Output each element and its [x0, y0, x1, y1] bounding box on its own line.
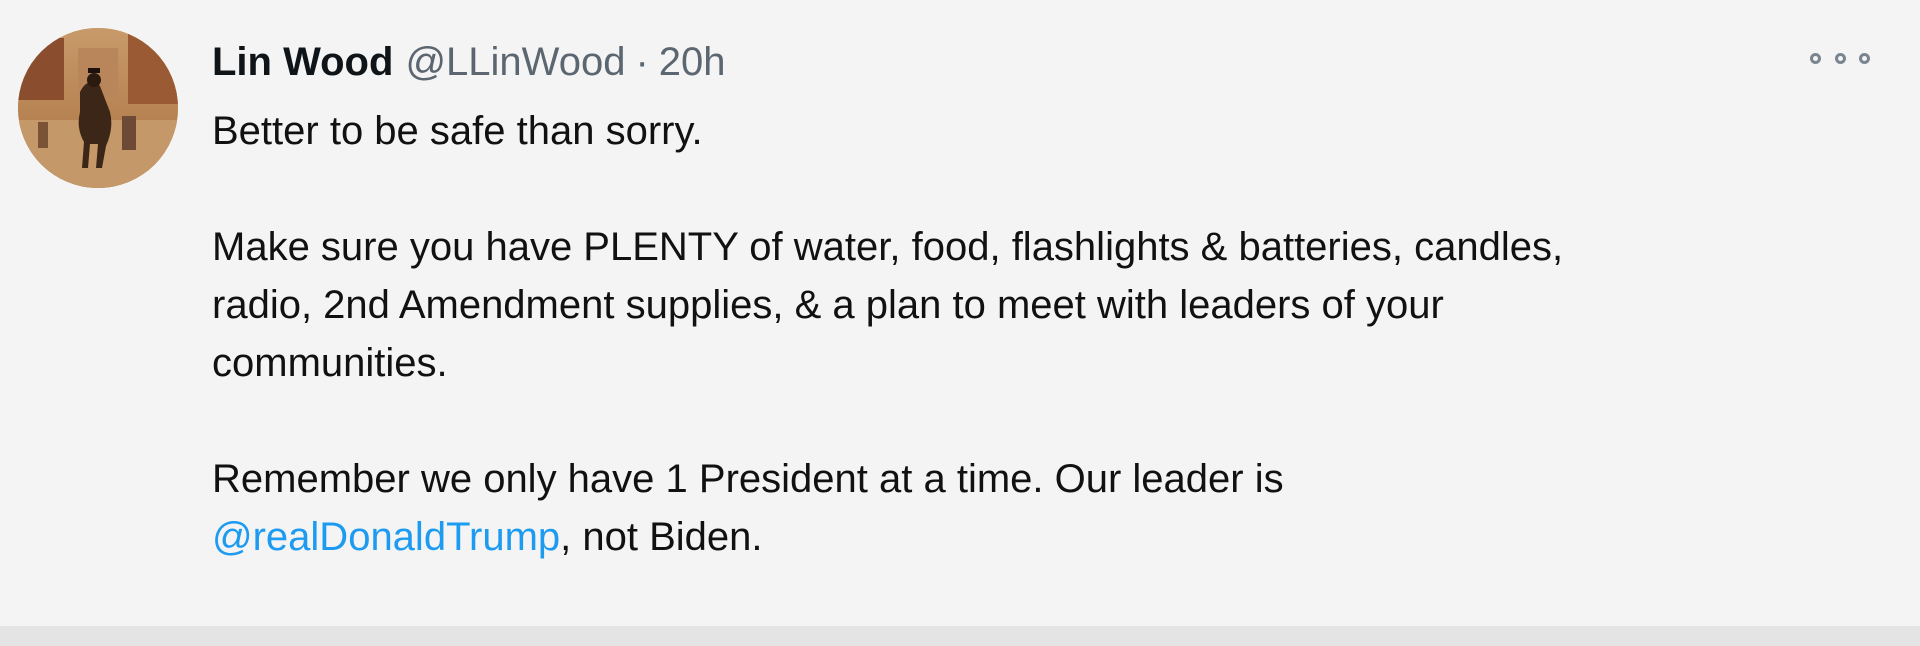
tweet-header: Lin Wood @LLinWood · 20h [212, 34, 726, 90]
author-handle[interactable]: @LLinWood [405, 34, 625, 90]
tweet-line: Remember we only have 1 President at a t… [212, 457, 1284, 501]
author-name[interactable]: Lin Wood [212, 34, 393, 90]
dot-3 [1859, 52, 1870, 64]
timeline-divider [0, 626, 1920, 646]
tweet-text: Better to be safe than sorry. Make sure … [212, 102, 1892, 566]
tweet-text-tail: , not Biden. [560, 515, 763, 559]
dot-1 [1810, 52, 1821, 64]
tweet-line: Make sure you have PLENTY of water, food… [212, 225, 1564, 269]
avatar-image [18, 28, 178, 188]
tweet-card[interactable]: Lin Wood @LLinWood · 20h Better to be sa… [0, 0, 1920, 626]
avatar[interactable] [18, 28, 178, 188]
ellipsis-icon[interactable] [1810, 46, 1870, 70]
tweet-line: radio, 2nd Amendment supplies, & a plan … [212, 283, 1444, 327]
dot-2 [1834, 52, 1846, 64]
separator-dot: · [635, 40, 649, 84]
timestamp[interactable]: 20h [659, 34, 726, 90]
tweet-line: Better to be safe than sorry. [212, 109, 703, 153]
tweet-line-mention: @realDonaldTrump, not Biden. [212, 508, 1892, 566]
mention-link[interactable]: @realDonaldTrump [212, 515, 560, 559]
tweet-line: communities. [212, 341, 448, 385]
